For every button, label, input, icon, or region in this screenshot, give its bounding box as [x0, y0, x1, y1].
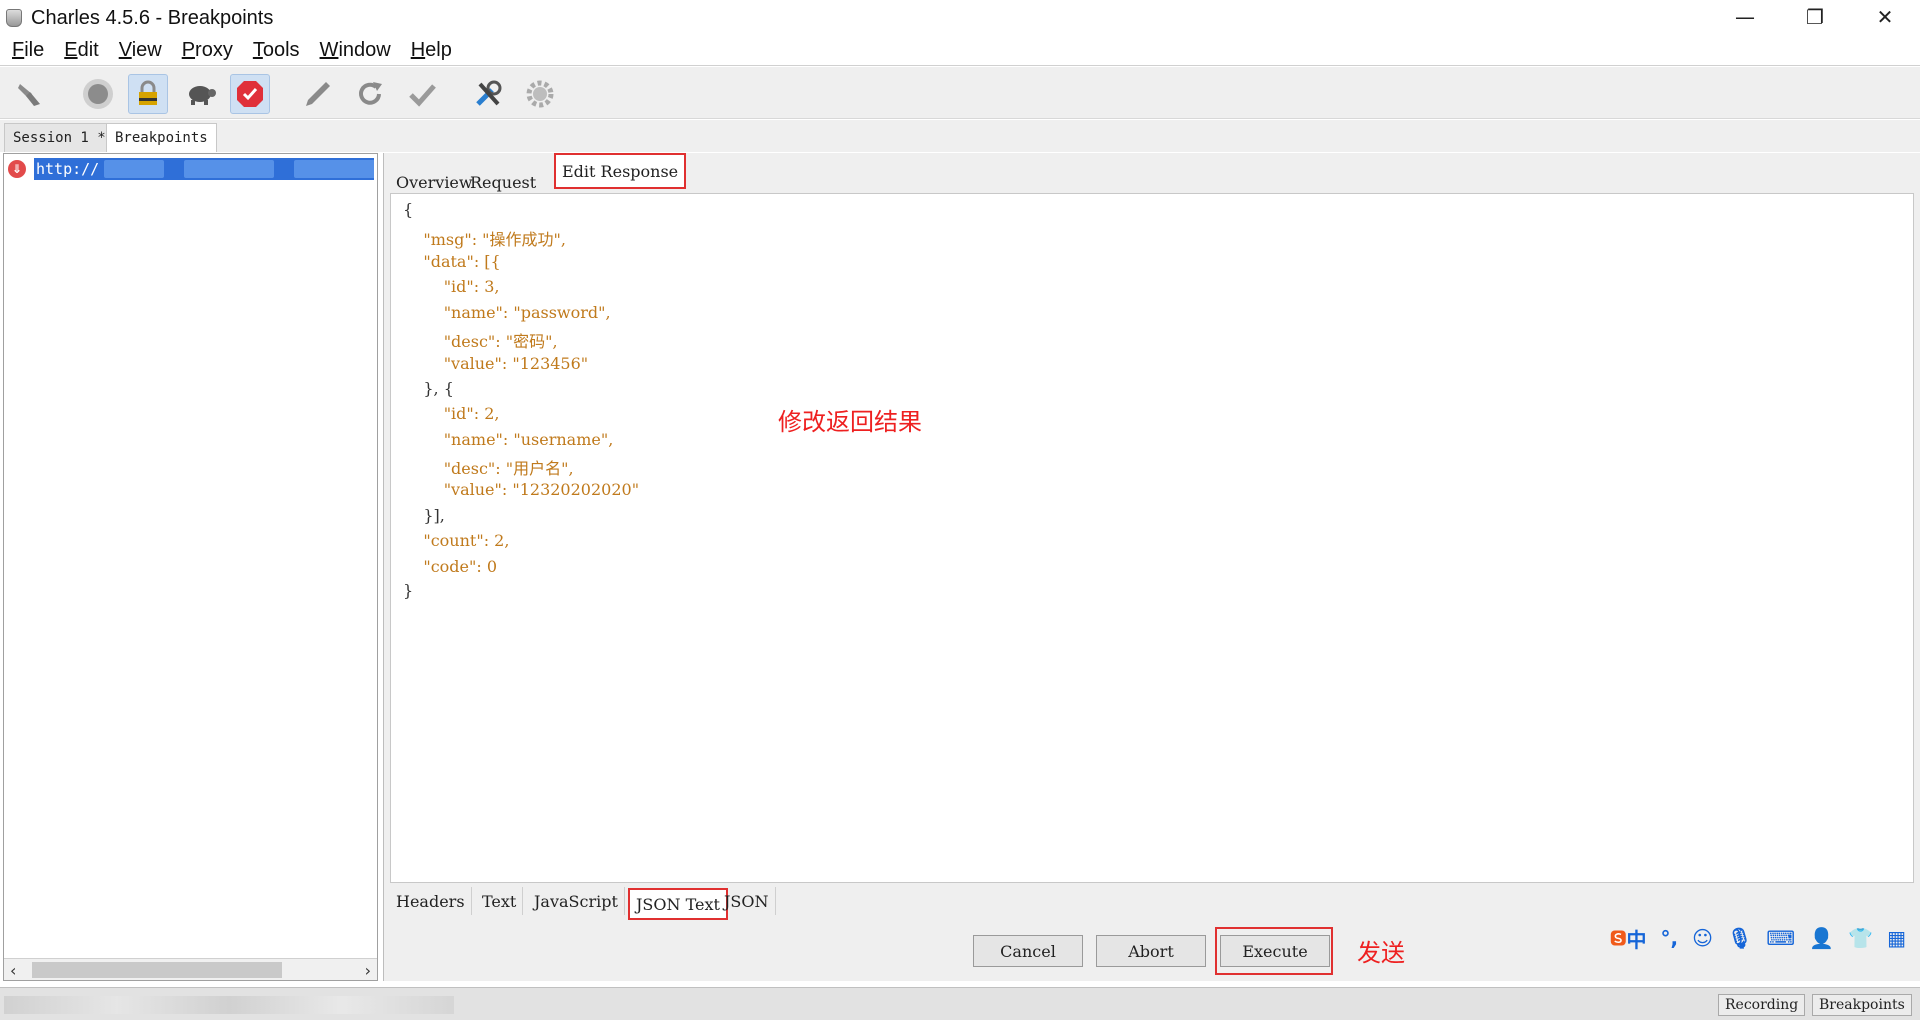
skin-shirt-icon[interactable]: 👕	[1848, 926, 1873, 950]
pen-icon[interactable]	[298, 74, 338, 114]
menu-edit[interactable]: Edit	[60, 39, 102, 62]
tab-json-text[interactable]: JSON Text	[628, 888, 728, 920]
charles-app-icon	[6, 9, 22, 27]
scroll-thumb[interactable]	[32, 962, 282, 978]
ime-punct-label[interactable]: °,	[1661, 926, 1679, 950]
abort-button[interactable]: Abort	[1096, 935, 1206, 967]
scroll-left-icon[interactable]: ‹	[10, 961, 16, 980]
json-line: }	[403, 581, 414, 600]
close-button[interactable]: ✕	[1850, 0, 1920, 34]
tab-text[interactable]: Text	[476, 887, 524, 915]
json-line: "name": "username",	[403, 430, 614, 449]
tab-json[interactable]: JSON	[718, 887, 776, 915]
cancel-button[interactable]: Cancel	[973, 935, 1083, 967]
json-line: {	[403, 200, 414, 219]
json-line: "data": [{	[403, 252, 501, 271]
broom-icon[interactable]	[10, 74, 50, 114]
restore-button[interactable]: ❐	[1780, 0, 1850, 34]
tab-breakpoints[interactable]: Breakpoints	[106, 123, 217, 152]
ime-toolbar: 中 °, ☺ 🎙 ⌨ 👤 👕 ▦	[1610, 918, 1920, 958]
ssl-lock-icon[interactable]	[128, 74, 168, 114]
json-line: "desc": "密码",	[403, 332, 558, 351]
mic-icon[interactable]: 🎙	[1727, 926, 1752, 950]
menu-bar: File Edit View Proxy Tools Window Help	[0, 36, 1920, 66]
settings-gear-icon[interactable]	[520, 74, 560, 114]
recording-button[interactable]: Recording	[1718, 994, 1806, 1016]
session-tabbar: Session 1 * Breakpoints	[0, 120, 1920, 152]
status-bar: Recording Breakpoints	[0, 987, 1920, 1020]
menu-tools[interactable]: Tools	[249, 39, 304, 62]
redacted-blur	[294, 160, 374, 178]
toolbar	[0, 67, 1920, 119]
menu-proxy[interactable]: Proxy	[178, 39, 237, 62]
annotation-send: 发送	[1357, 939, 1405, 967]
json-editor[interactable]: { "msg": "操作成功", "data": [{ "id": 3, "na…	[390, 193, 1914, 883]
title-bar: Charles 4.5.6 - Breakpoints — ❐ ✕	[0, 0, 1920, 36]
refresh-icon[interactable]	[350, 74, 390, 114]
redacted-blur	[184, 160, 274, 178]
horizontal-scrollbar[interactable]: ‹ ›	[4, 958, 377, 980]
json-line: "name": "password",	[403, 303, 611, 322]
keyboard-icon[interactable]: ⌨	[1766, 926, 1795, 950]
emoji-icon[interactable]: ☺	[1692, 926, 1713, 950]
tree-row[interactable]: ⇓ http://	[8, 158, 374, 180]
annotation-modify: 修改返回结果	[778, 408, 922, 436]
breakpoints-status-button[interactable]: Breakpoints	[1812, 994, 1912, 1016]
tab-javascript[interactable]: JavaScript	[528, 887, 625, 915]
redacted-blur	[104, 160, 164, 178]
validate-check-icon[interactable]	[402, 74, 442, 114]
url-text: http://	[36, 160, 100, 178]
json-line: "value": "12320202020"	[403, 480, 640, 499]
execute-button[interactable]: Execute	[1220, 935, 1330, 967]
window-title: Charles 4.5.6 - Breakpoints	[31, 6, 274, 29]
json-line: "id": 3,	[403, 277, 500, 296]
minimize-button[interactable]: —	[1710, 0, 1780, 34]
record-icon[interactable]	[78, 74, 118, 114]
sogou-logo-icon[interactable]	[1610, 917, 1627, 959]
json-line: "value": "123456"	[403, 354, 589, 373]
json-line: "count": 2,	[403, 531, 510, 550]
throttle-turtle-icon[interactable]	[180, 74, 220, 114]
scroll-right-icon[interactable]: ›	[365, 961, 371, 980]
json-line: }],	[403, 506, 445, 525]
user-icon[interactable]: 👤	[1809, 926, 1834, 950]
ime-lang-label[interactable]: 中	[1627, 924, 1647, 953]
breakpoints-icon[interactable]	[230, 74, 270, 114]
detail-panel: Overview Request Edit Response { "msg": …	[383, 153, 1920, 981]
redacted-blur	[4, 996, 454, 1014]
breakpoint-download-icon: ⇓	[8, 160, 26, 178]
selected-url[interactable]: http://	[34, 158, 374, 180]
json-line: }, {	[403, 379, 454, 398]
menu-window[interactable]: Window	[316, 39, 395, 62]
tools-icon[interactable]	[468, 74, 508, 114]
view-tabbar: Headers Text JavaScript JSON Text JSON	[390, 884, 1914, 920]
tab-headers[interactable]: Headers	[390, 887, 472, 915]
tab-edit-response[interactable]: Edit Response	[554, 153, 687, 189]
menu-view[interactable]: View	[115, 39, 166, 62]
tab-session-1[interactable]: Session 1 *	[4, 123, 115, 152]
json-line: "msg": "操作成功",	[403, 230, 566, 249]
json-line: "id": 2,	[403, 404, 500, 423]
request-tree-panel: ⇓ http:// ‹ ›	[3, 153, 378, 981]
json-line: "code": 0	[403, 557, 498, 576]
grid-menu-icon[interactable]: ▦	[1887, 926, 1906, 950]
menu-help[interactable]: Help	[407, 39, 456, 62]
json-line: "desc": "用户名",	[403, 459, 574, 478]
menu-file[interactable]: File	[8, 39, 48, 62]
